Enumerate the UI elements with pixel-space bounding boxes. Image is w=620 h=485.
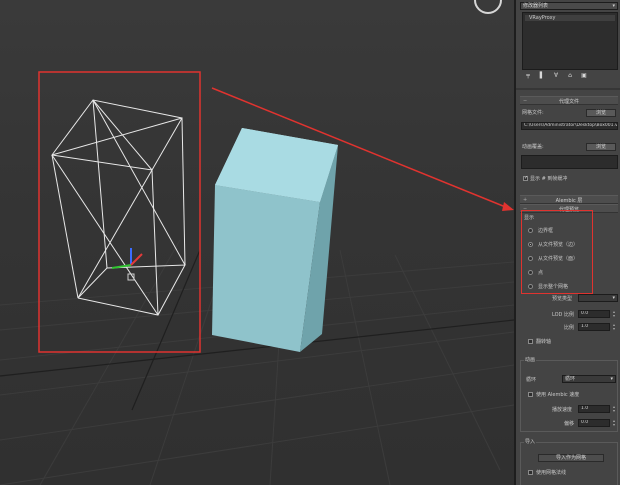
modifier-stack-item-label: VRayProxy [529,15,556,21]
divider [516,88,620,90]
show-in-viewport-checkbox[interactable] [523,175,528,181]
playback-speed-spinner[interactable]: ▴ ▾ [612,405,616,413]
highlight-frame [38,71,201,353]
anim-override-label: 动画覆盖: [522,144,544,150]
chevron-down-icon: ▾ [612,295,615,301]
offset-label: 偏移 [564,421,575,427]
flip-axis-checkbox[interactable] [528,339,533,344]
lod-label: LOD 比例 [552,312,574,318]
offset-field[interactable]: 0.0 [578,419,610,427]
import-group-label: 导入 [524,439,537,445]
browse-mesh-button[interactable]: 浏览 [586,109,616,117]
proxy-wireframe [51,99,186,316]
scale-field[interactable]: 1.0 [578,323,610,331]
mesh-file-field[interactable]: C:\Users\Administrator\Desktop\Box001.vr… [521,122,618,130]
playback-speed-label: 播放速度 [552,407,573,413]
modifier-stack[interactable]: VRayProxy [522,12,618,70]
anim-override-field[interactable] [521,155,618,169]
scale-label: 比例 [564,325,575,331]
flip-axis-label: 翻转轴 [536,339,552,345]
lod-field[interactable]: 0.0 [578,310,610,318]
modifier-list-title: 修改器列表 [523,3,549,9]
use-mesh-normals-checkbox[interactable] [528,470,533,475]
anim-mode-dropdown[interactable]: 循环 ▾ [562,375,616,383]
rollout-title: 代理文件 [558,99,579,105]
alembic-sync-label: 使用 Alembic 速度 [536,392,580,398]
preview-type-label: 预览类型 [552,296,573,302]
show-in-viewport-label: 显示 # 到帧缓冲 [530,176,568,182]
modifier-stack-item[interactable]: VRayProxy [525,15,615,21]
anim-mode-label: 循环 [526,377,537,383]
viewcube-icon [474,0,502,14]
scale-spinner[interactable]: ▴ ▾ [612,323,616,331]
browse-anim-button[interactable]: 浏览 [586,143,616,151]
chevron-down-icon: ▾ [612,3,615,9]
preview-type-dropdown[interactable]: ▾ [578,294,618,302]
pin-stack-icon[interactable]: ╤ [524,72,532,80]
highlight-frame [521,210,593,294]
lod-spinner[interactable]: ▴ ▾ [612,310,616,318]
show-end-result-icon[interactable]: ▌ [538,72,546,80]
alembic-sync-checkbox[interactable] [528,392,533,397]
solid-box [212,128,338,352]
command-panel: 修改器列表 ▾ VRayProxy ╤ ▌ ∀ ⌂ ▣ − 代理文件 网格文件:… [514,0,620,485]
playback-speed-field[interactable]: 1.0 [578,405,610,413]
animation-group-label: 动画 [524,357,537,363]
import-group [520,442,618,485]
use-mesh-normals-label: 使用网格法线 [536,470,567,476]
chevron-down-icon: ▾ [610,376,613,382]
import-as-mesh-button[interactable]: 导入作为网格 [538,454,604,462]
configure-sets-icon[interactable]: ▣ [580,72,588,80]
callout-arrowhead [502,202,514,211]
perspective-viewport[interactable] [0,0,514,485]
make-unique-icon[interactable]: ∀ [552,72,560,80]
rollout-proxy-file[interactable]: − 代理文件 [520,96,618,105]
remove-modifier-icon[interactable]: ⌂ [566,72,574,80]
mesh-file-label: 网格文件: [522,110,544,116]
modifier-list-dropdown[interactable]: 修改器列表 ▾ [520,2,618,10]
viewport-scene [0,0,514,485]
anim-mode-value: 循环 [565,376,576,382]
rollout-alembic[interactable]: + Alembic 层 [520,195,618,204]
rollout-title: Alembic 层 [555,198,583,204]
offset-spinner[interactable]: ▴ ▾ [612,419,616,427]
